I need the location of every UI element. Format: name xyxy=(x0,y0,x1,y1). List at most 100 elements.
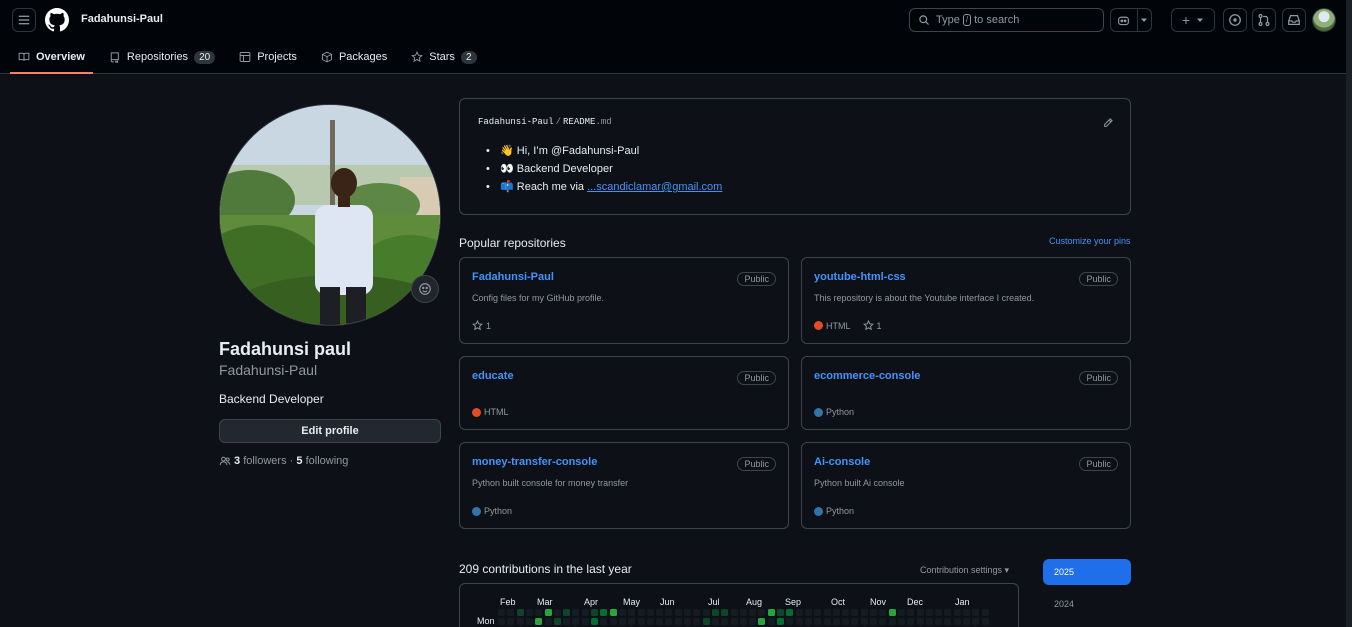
contribution-day-cell[interactable] xyxy=(888,618,896,625)
contribution-day-cell[interactable] xyxy=(721,618,729,625)
contribution-day-cell[interactable] xyxy=(935,618,943,625)
contribution-day-cell[interactable] xyxy=(758,609,766,616)
contribution-day-cell[interactable] xyxy=(702,618,710,625)
contribution-day-cell[interactable] xyxy=(786,609,794,616)
set-status-button[interactable] xyxy=(411,275,439,303)
contribution-day-cell[interactable] xyxy=(609,618,617,625)
github-logo-icon[interactable] xyxy=(45,8,69,32)
contribution-day-cell[interactable] xyxy=(609,609,617,616)
contribution-day-cell[interactable] xyxy=(646,618,654,625)
contribution-day-cell[interactable] xyxy=(925,618,933,625)
tab-projects[interactable]: Projects xyxy=(231,46,305,68)
contribution-day-cell[interactable] xyxy=(972,618,980,625)
contribution-day-cell[interactable] xyxy=(795,618,803,625)
contribution-day-cell[interactable] xyxy=(795,609,803,616)
repo-name-link[interactable]: educate xyxy=(472,370,776,382)
readme-file[interactable]: README xyxy=(563,117,595,127)
contribution-day-cell[interactable] xyxy=(944,618,952,625)
contribution-day-cell[interactable] xyxy=(814,609,822,616)
contribution-day-cell[interactable] xyxy=(804,618,812,625)
page-scrollbar[interactable] xyxy=(1346,0,1352,627)
profile-avatar[interactable] xyxy=(219,104,441,326)
contribution-day-cell[interactable] xyxy=(879,609,887,616)
contribution-day-cell[interactable] xyxy=(897,609,905,616)
copilot-dropdown[interactable] xyxy=(1138,9,1151,31)
contribution-day-cell[interactable] xyxy=(711,609,719,616)
contribution-day-cell[interactable] xyxy=(870,609,877,616)
contribution-day-cell[interactable] xyxy=(628,609,636,616)
email-link[interactable]: ...scandiclamar@gmail.com xyxy=(587,181,722,193)
contribution-day-cell[interactable] xyxy=(786,618,794,625)
contribution-day-cell[interactable] xyxy=(665,618,673,625)
contribution-day-cell[interactable] xyxy=(581,618,589,625)
repo-name-link[interactable]: youtube-html-css xyxy=(814,271,1118,283)
contribution-day-cell[interactable] xyxy=(572,618,580,625)
contribution-day-cell[interactable] xyxy=(553,609,561,616)
contribution-day-cell[interactable] xyxy=(674,609,682,616)
issues-button[interactable] xyxy=(1223,8,1247,32)
contribution-day-cell[interactable] xyxy=(777,609,784,616)
contribution-day-cell[interactable] xyxy=(925,609,933,616)
repo-name-link[interactable]: Ai-console xyxy=(814,456,1118,468)
contribution-day-cell[interactable] xyxy=(842,618,850,625)
year-button-2025[interactable]: 2025 xyxy=(1043,559,1131,585)
contribution-day-cell[interactable] xyxy=(758,618,766,625)
contribution-day-cell[interactable] xyxy=(842,609,850,616)
contribution-day-cell[interactable] xyxy=(516,609,524,616)
contribution-day-cell[interactable] xyxy=(832,618,840,625)
contribution-day-cell[interactable] xyxy=(851,609,859,616)
contribution-day-cell[interactable] xyxy=(591,618,598,625)
contribution-day-cell[interactable] xyxy=(507,609,515,616)
contribution-day-cell[interactable] xyxy=(832,609,840,616)
contribution-day-cell[interactable] xyxy=(860,618,868,625)
contribution-settings-button[interactable]: Contribution settings ▾ xyxy=(920,565,1009,576)
contribution-day-cell[interactable] xyxy=(907,618,915,625)
contribution-day-cell[interactable] xyxy=(953,609,961,616)
contribution-day-cell[interactable] xyxy=(749,618,757,625)
user-avatar-menu[interactable] xyxy=(1312,8,1336,32)
contribution-day-cell[interactable] xyxy=(525,618,533,625)
contribution-day-cell[interactable] xyxy=(665,609,673,616)
contribution-day-cell[interactable] xyxy=(618,609,626,616)
contribution-day-cell[interactable] xyxy=(777,618,784,625)
stargazers-link[interactable]: 1 xyxy=(862,320,882,331)
contribution-day-cell[interactable] xyxy=(739,618,747,625)
contribution-day-cell[interactable] xyxy=(823,618,831,625)
contribution-day-cell[interactable] xyxy=(739,609,747,616)
readme-owner[interactable]: Fadahunsi-Paul xyxy=(478,117,554,127)
contribution-day-cell[interactable] xyxy=(516,618,524,625)
contribution-day-cell[interactable] xyxy=(684,618,691,625)
repo-name-link[interactable]: Fadahunsi-Paul xyxy=(472,271,776,283)
tab-packages[interactable]: Packages xyxy=(313,46,395,68)
header-username[interactable]: Fadahunsi-Paul xyxy=(81,13,163,25)
contribution-day-cell[interactable] xyxy=(656,609,664,616)
year-button-2024[interactable]: 2024 xyxy=(1043,591,1131,617)
followers-link[interactable]: 3 followers xyxy=(234,455,287,467)
contribution-day-cell[interactable] xyxy=(804,609,812,616)
contribution-day-cell[interactable] xyxy=(535,609,543,616)
contribution-day-cell[interactable] xyxy=(860,609,868,616)
contribution-day-cell[interactable] xyxy=(879,618,887,625)
contribution-day-cell[interactable] xyxy=(897,618,905,625)
repo-name-link[interactable]: ecommerce-console xyxy=(814,370,1118,382)
contribution-day-cell[interactable] xyxy=(935,609,943,616)
copilot-button[interactable] xyxy=(1111,9,1138,31)
contribution-day-cell[interactable] xyxy=(702,609,710,616)
contribution-day-cell[interactable] xyxy=(916,618,924,625)
contribution-day-cell[interactable] xyxy=(693,609,701,616)
following-link[interactable]: 5 following xyxy=(296,455,348,467)
contribution-day-cell[interactable] xyxy=(572,609,580,616)
stargazers-link[interactable]: 1 xyxy=(472,320,491,331)
contribution-day-cell[interactable] xyxy=(525,609,533,616)
contribution-day-cell[interactable] xyxy=(684,609,691,616)
contribution-day-cell[interactable] xyxy=(749,609,757,616)
contribution-day-cell[interactable] xyxy=(823,609,831,616)
contribution-day-cell[interactable] xyxy=(851,618,859,625)
contribution-day-cell[interactable] xyxy=(972,609,980,616)
contribution-day-cell[interactable] xyxy=(591,609,598,616)
contribution-day-cell[interactable] xyxy=(544,618,552,625)
contribution-day-cell[interactable] xyxy=(981,618,989,625)
contribution-day-cell[interactable] xyxy=(553,618,561,625)
contribution-day-cell[interactable] xyxy=(656,618,664,625)
contribution-day-cell[interactable] xyxy=(563,609,571,616)
